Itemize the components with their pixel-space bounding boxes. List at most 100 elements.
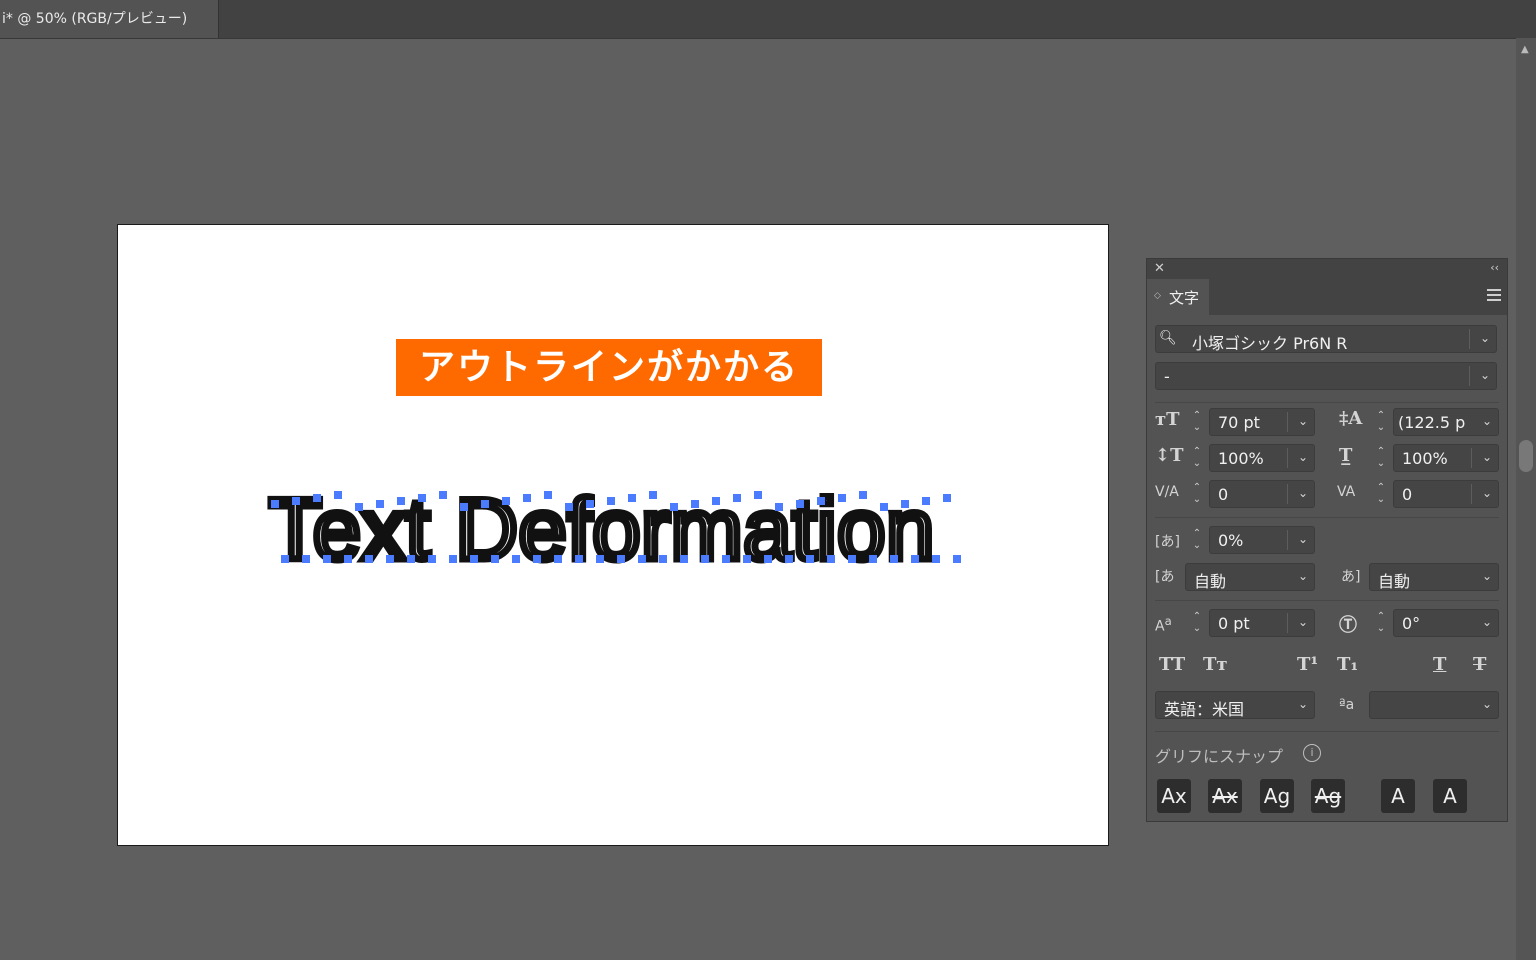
document-tab-label: i* @ 50% (RGB/プレビュー) [2,11,188,27]
all-caps-icon[interactable]: TT [1159,654,1185,675]
chevron-down-icon[interactable]: ⌄ [1482,569,1492,583]
leading-icon: ‡A [1339,408,1363,429]
anchor-point [502,497,510,505]
font-family-field[interactable]: 🔍︎ 小塚ゴシック Pr6N R ⌄ [1155,325,1497,353]
chevron-down-icon[interactable]: ⌄ [1298,615,1308,629]
snap-anchor-button[interactable]: A [1433,779,1467,813]
outlined-text-object[interactable]: Text Deformation [263,471,963,581]
anchor-point [785,555,793,563]
chevron-down-icon[interactable]: ⌄ [1480,368,1490,382]
anchor-point [806,555,814,563]
chevron-down-icon[interactable]: ⌄ [1480,331,1490,345]
panel-menu-icon[interactable] [1487,289,1501,301]
snap-glyph-bounds-button[interactable]: Ag [1260,779,1294,813]
vertical-scrollbar[interactable]: ▲ [1516,38,1536,960]
font-style-field[interactable]: - ⌄ [1155,362,1497,390]
chevron-down-icon[interactable]: ⌄ [1298,414,1308,428]
anchor-point [733,494,741,502]
document-tab[interactable]: i* @ 50% (RGB/プレビュー) [0,0,219,38]
horizontal-scale-stepper[interactable]: ⌃ ⌄ [1373,446,1389,472]
antialias-field[interactable]: ⌄ [1369,691,1499,719]
chevron-down-icon[interactable]: ⌄ [1482,697,1492,711]
snap-proximity-button[interactable]: Ag [1311,779,1345,813]
kerning-stepper[interactable]: ⌃ ⌄ [1189,482,1205,508]
collapse-icon[interactable]: ‹‹ [1490,261,1499,274]
chevron-down-icon[interactable]: ⌄ [1482,486,1492,500]
chevron-down-icon[interactable]: ⌄ [1482,414,1492,428]
anchor-point [512,555,520,563]
font-size-stepper[interactable]: ⌃ ⌄ [1189,410,1205,436]
anchor-point [838,494,846,502]
glyph-button-label: Ax [1212,784,1238,808]
scroll-thumb[interactable] [1519,440,1533,472]
snap-angular-button[interactable]: A [1381,779,1415,813]
tracking-stepper[interactable]: ⌃ ⌄ [1373,482,1389,508]
horizontal-scale-value: 100% [1402,449,1448,468]
rotation-field[interactable]: 0° ⌄ [1393,609,1499,637]
anchor-point [848,555,856,563]
vertical-scale-field[interactable]: 100% ⌄ [1209,444,1315,472]
subscript-icon[interactable]: T₁ [1337,654,1358,675]
snap-xheight-button[interactable]: Ax [1208,779,1242,813]
vertical-scale-stepper[interactable]: ⌃ ⌄ [1189,446,1205,472]
anchor-point [859,491,867,499]
chevron-down-icon[interactable]: ⌄ [1298,569,1308,583]
anchor-point [544,491,552,499]
anchor-point [397,497,405,505]
kerning-field[interactable]: 0 ⌄ [1209,480,1315,508]
chevron-down-icon[interactable]: ⌄ [1482,615,1492,629]
anchor-point [491,555,499,563]
tsume-icon: [あ] [1155,534,1180,550]
leading-stepper[interactable]: ⌃ ⌄ [1373,410,1389,436]
anchor-point [722,555,730,563]
baseline-shift-stepper[interactable]: ⌃ ⌄ [1189,611,1205,637]
character-panel: ✕ ‹‹ ◇ 文字 🔍︎ 小塚ゴシック Pr6N R ⌄ - ⌄ тT ⌃ ⌄ 7… [1146,258,1508,822]
chevron-down-icon[interactable]: ⌄ [1298,486,1308,500]
anchor-point [607,497,615,505]
tracking-icon: VA [1337,484,1356,500]
anchor-point [554,555,562,563]
chevron-down-icon[interactable]: ⌄ [1298,532,1308,546]
tsume-field[interactable]: 0% ⌄ [1209,526,1315,554]
tsume-value: 0% [1218,531,1244,550]
close-icon[interactable]: ✕ [1154,261,1165,276]
language-field[interactable]: 英語：米国 ⌄ [1155,691,1315,719]
underline-icon[interactable]: T [1433,654,1446,675]
artboard[interactable]: アウトラインがかかる Text Deformation [117,224,1109,846]
aki-right-field[interactable]: 自動 ⌄ [1369,563,1499,591]
anchor-point [880,503,888,511]
font-size-value: 70 pt [1218,413,1260,432]
antialias-icon: ªa [1339,697,1355,713]
anchor-point [428,555,436,563]
anchor-point [586,500,594,508]
snap-baseline-button[interactable]: Ax [1157,779,1191,813]
font-size-field[interactable]: 70 pt ⌄ [1209,408,1315,436]
scroll-up-icon[interactable]: ▲ [1521,44,1529,55]
chevron-down-icon[interactable]: ⌄ [1298,450,1308,464]
small-caps-icon[interactable]: Tт [1203,654,1228,675]
rotation-value: 0° [1402,614,1421,633]
horizontal-scale-field[interactable]: 100% ⌄ [1393,444,1499,472]
tracking-field[interactable]: 0 ⌄ [1393,480,1499,508]
rotation-stepper[interactable]: ⌃ ⌄ [1373,611,1389,637]
tab-character[interactable]: ◇ 文字 [1147,279,1209,315]
anchor-point [691,500,699,508]
leading-field[interactable]: (122.5 p ⌄ [1393,408,1499,436]
anchor-point [481,500,489,508]
aki-left-field[interactable]: 自動 ⌄ [1185,563,1315,591]
anchor-point [775,503,783,511]
aki-right-icon: あ] [1341,569,1361,585]
strikethrough-icon[interactable]: T [1473,654,1486,675]
anchor-point [460,503,468,511]
superscript-icon[interactable]: T¹ [1297,654,1318,675]
aki-left-value: 自動 [1194,572,1227,591]
chevron-down-icon[interactable]: ⌄ [1298,697,1308,711]
info-icon[interactable]: i [1303,744,1321,762]
anchor-point [943,494,951,502]
headline-banner[interactable]: アウトラインがかかる [396,339,822,396]
tsume-stepper[interactable]: ⌃ ⌄ [1189,528,1205,554]
baseline-shift-field[interactable]: 0 pt ⌄ [1209,609,1315,637]
outlined-text: Text Deformation [269,482,935,578]
chevron-down-icon[interactable]: ⌄ [1482,450,1492,464]
language-value: 英語：米国 [1164,700,1245,719]
